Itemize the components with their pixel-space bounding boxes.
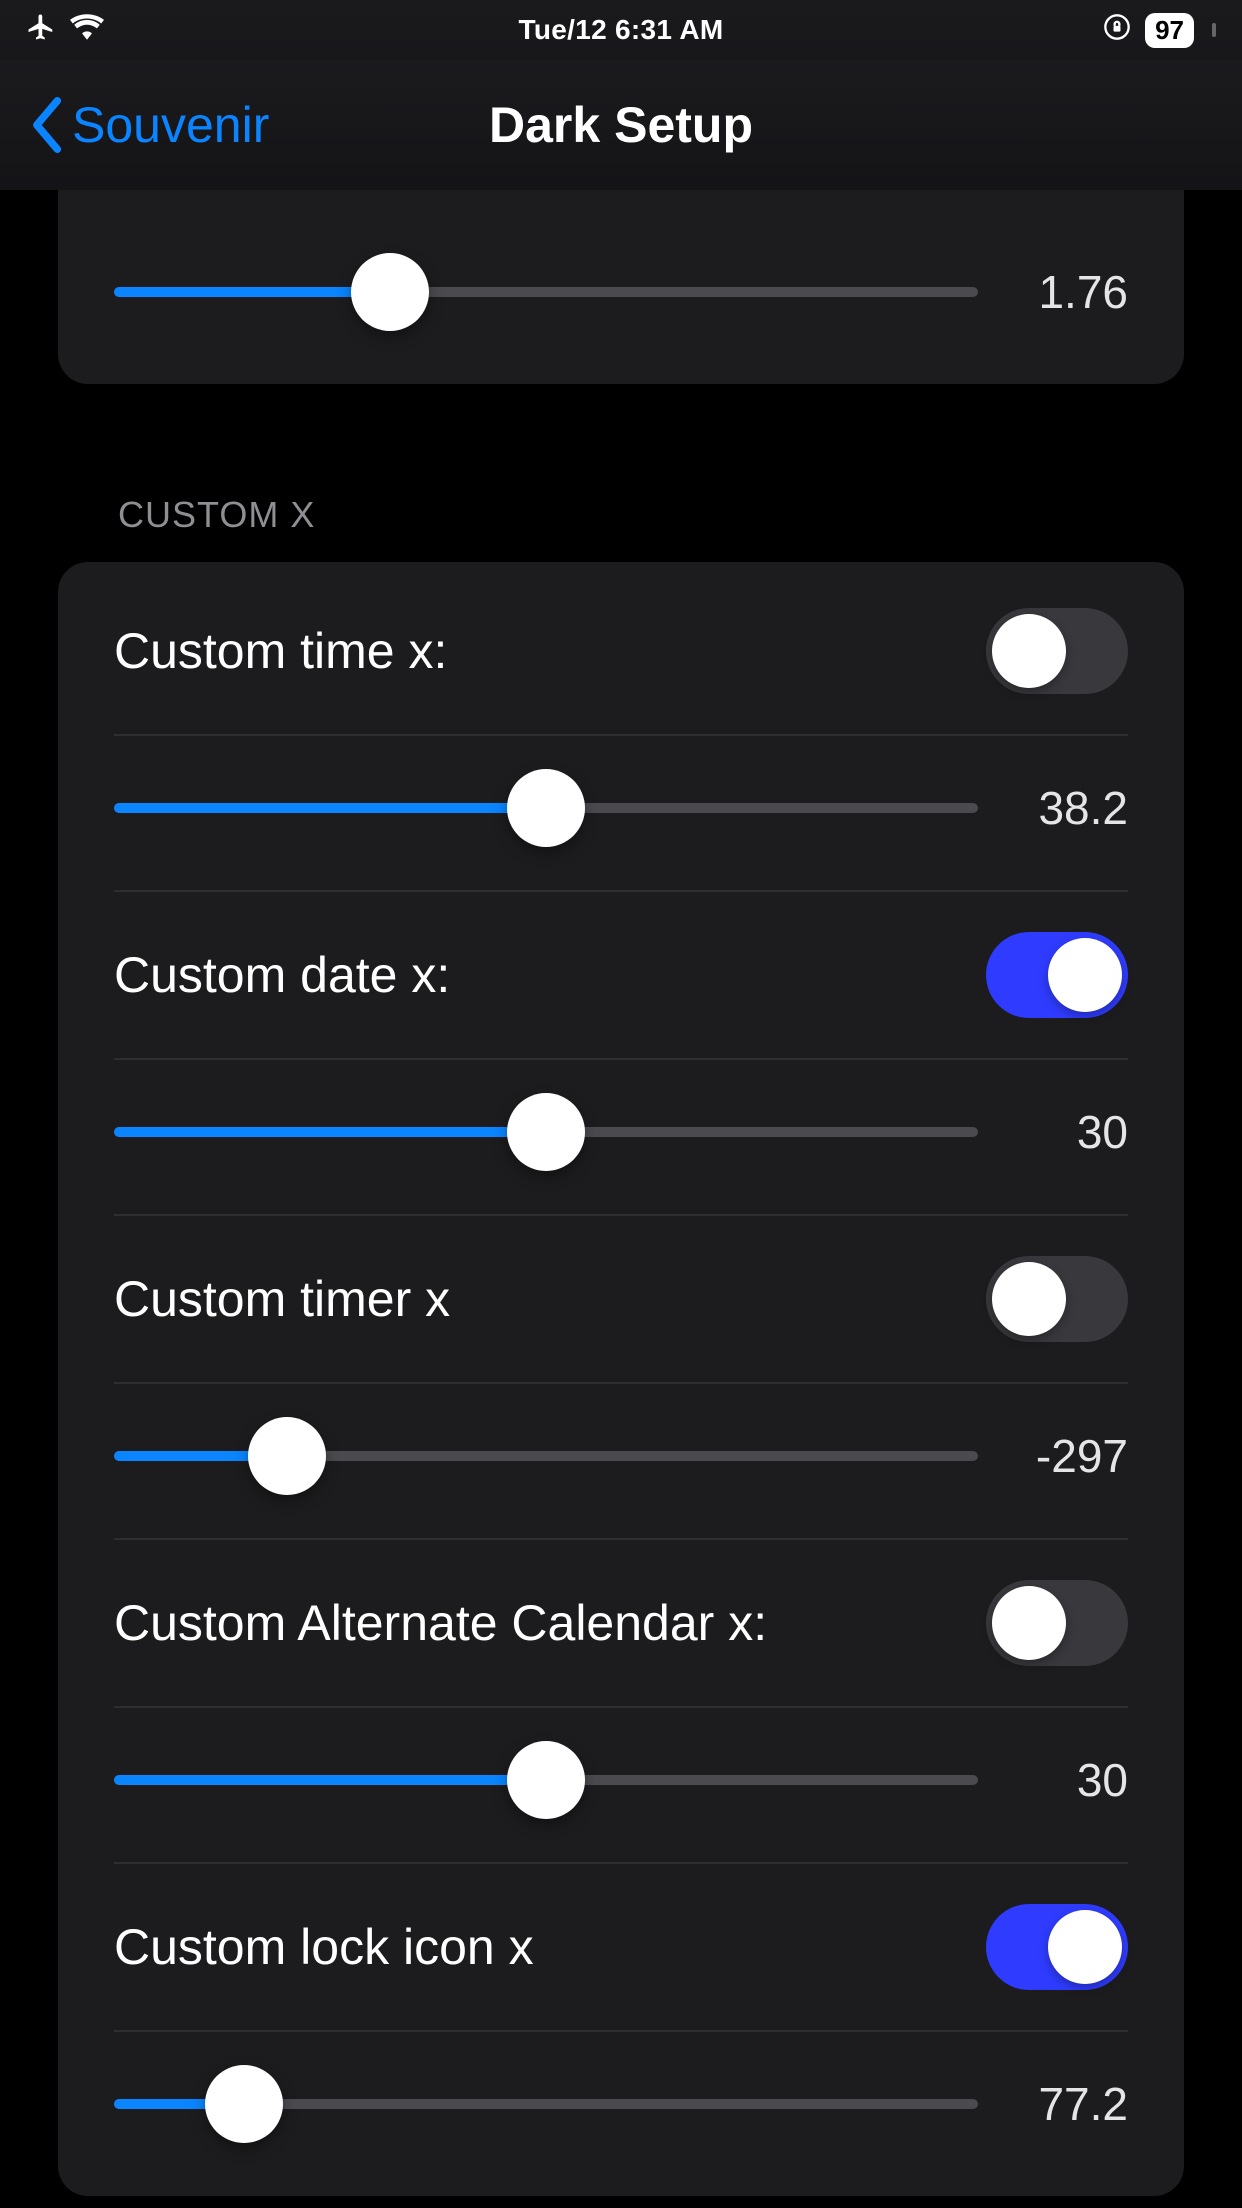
setting-label: Custom time x:	[114, 622, 447, 680]
battery-nub-icon	[1212, 23, 1216, 37]
setting-slider-value: 38.2	[1008, 781, 1128, 835]
setting-label: Custom Alternate Calendar x:	[114, 1594, 767, 1652]
setting-slider-row: 30	[114, 1708, 1128, 1864]
setting-slider-value: -297	[1008, 1429, 1128, 1483]
back-label: Souvenir	[72, 96, 269, 154]
setting-slider[interactable]	[114, 2064, 978, 2144]
setting-slider-row: 30	[114, 1060, 1128, 1216]
setting-switch[interactable]	[986, 608, 1128, 694]
nav-bar: Souvenir Dark Setup	[0, 60, 1242, 190]
setting-switch[interactable]	[986, 932, 1128, 1018]
setting-label: Custom date x:	[114, 946, 450, 1004]
top-slider[interactable]	[114, 252, 978, 332]
group-custom-x: Custom time x: 38.2 Custom date x: 30 Custom…	[58, 562, 1184, 2196]
setting-slider-row: -297	[114, 1384, 1128, 1540]
setting-switch[interactable]	[986, 1580, 1128, 1666]
setting-slider[interactable]	[114, 1740, 978, 1820]
setting-switch[interactable]	[986, 1256, 1128, 1342]
setting-label: Custom lock icon x	[114, 1918, 534, 1976]
content-scroll[interactable]: 1.76 CUSTOM X Custom time x: 38.2 Custom d…	[0, 190, 1242, 2208]
setting-row: Custom timer x	[114, 1216, 1128, 1384]
setting-slider[interactable]	[114, 768, 978, 848]
setting-row: Custom Alternate Calendar x:	[114, 1540, 1128, 1708]
status-time: Tue/12 6:31 AM	[519, 14, 724, 46]
setting-slider[interactable]	[114, 1416, 978, 1496]
group-top-partial: 1.76	[58, 190, 1184, 384]
setting-label: Custom timer x	[114, 1270, 450, 1328]
setting-slider-row: 38.2	[114, 736, 1128, 892]
setting-slider-row: 77.2	[114, 2032, 1128, 2196]
page-title: Dark Setup	[489, 96, 753, 154]
wifi-icon	[70, 14, 104, 47]
setting-slider-value: 30	[1008, 1753, 1128, 1807]
chevron-left-icon	[30, 97, 66, 153]
setting-switch[interactable]	[986, 1904, 1128, 1990]
airplane-icon	[26, 12, 56, 49]
orientation-lock-icon	[1103, 13, 1131, 48]
setting-slider-value: 30	[1008, 1105, 1128, 1159]
setting-row: Custom lock icon x	[114, 1864, 1128, 2032]
setting-slider-value: 77.2	[1008, 2077, 1128, 2131]
top-slider-value: 1.76	[1008, 265, 1128, 319]
setting-slider[interactable]	[114, 1092, 978, 1172]
status-bar: Tue/12 6:31 AM 97	[0, 0, 1242, 60]
section-header-custom-x: CUSTOM X	[118, 494, 1184, 536]
setting-row: Custom time x:	[114, 562, 1128, 736]
setting-row: Custom date x:	[114, 892, 1128, 1060]
battery-badge: 97	[1145, 13, 1194, 48]
back-button[interactable]: Souvenir	[30, 96, 269, 154]
